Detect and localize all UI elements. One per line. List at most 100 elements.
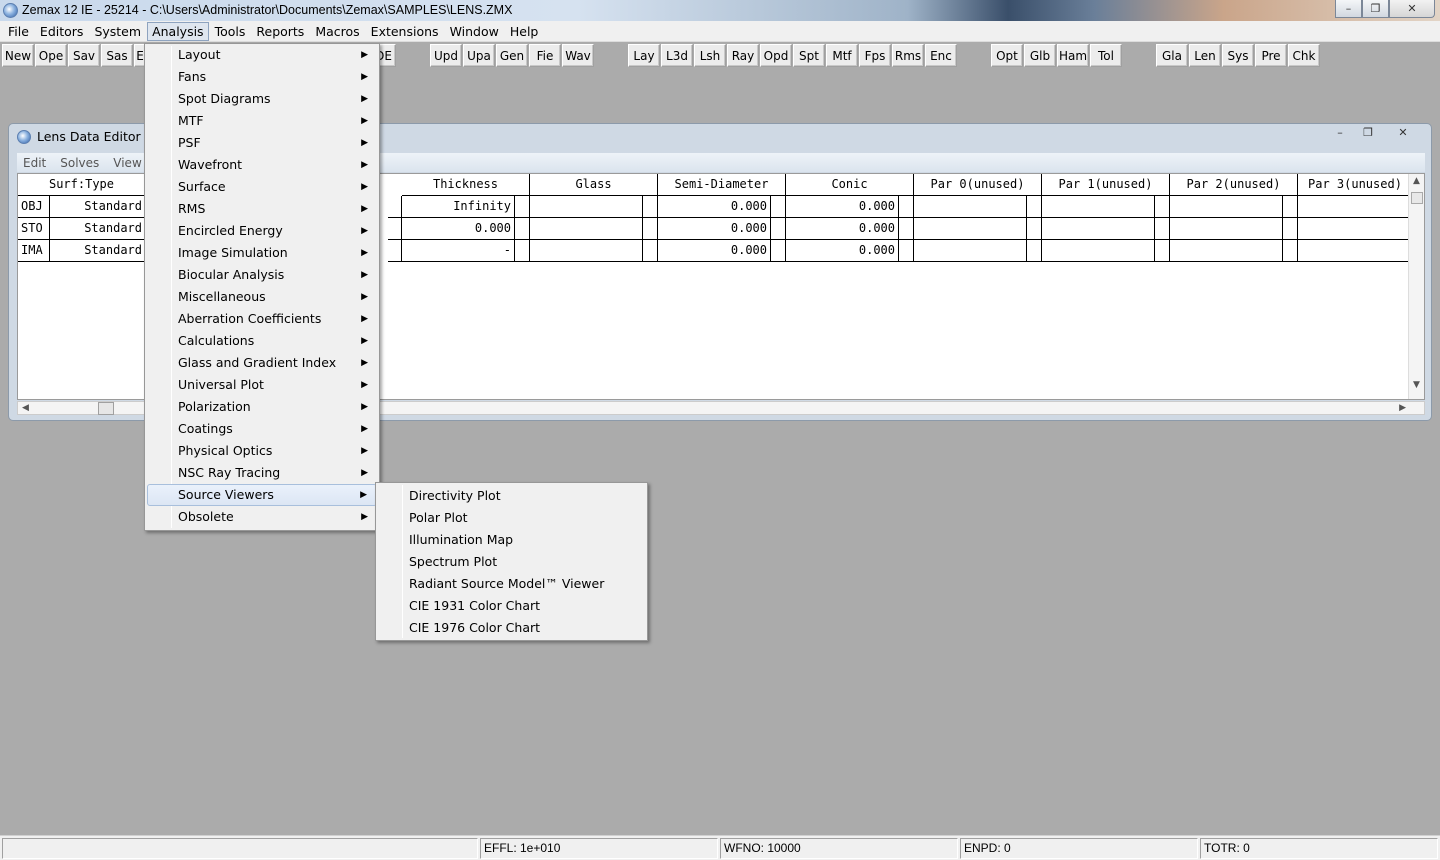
toolbar-chk-button[interactable]: Chk (1288, 44, 1320, 67)
submenu-item-illumination-map[interactable]: Illumination Map (378, 529, 645, 551)
menu-item-obsolete[interactable]: Obsolete ▶ (147, 506, 377, 528)
menu-item-spot-diagrams[interactable]: Spot Diagrams ▶ (147, 88, 377, 110)
editor-menu-edit[interactable]: Edit (23, 156, 46, 170)
toolbar-spt-button[interactable]: Spt (793, 44, 825, 67)
toolbar-lay-button[interactable]: Lay (628, 44, 660, 67)
toolbar-len-button[interactable]: Len (1189, 44, 1221, 67)
submenu-item-cie-1976-color-chart[interactable]: CIE 1976 Color Chart (378, 617, 645, 639)
semi-diameter-cell[interactable]: 0.000 (658, 196, 771, 218)
menu-item-nsc-ray-tracing[interactable]: NSC Ray Tracing ▶ (147, 462, 377, 484)
conic-cell[interactable]: 0.000 (786, 218, 899, 240)
col-header-thickness[interactable]: Thickness (402, 174, 530, 196)
menu-item-coatings[interactable]: Coatings ▶ (147, 418, 377, 440)
thickness-cell[interactable]: 0.000 (402, 218, 515, 240)
par0-cell[interactable] (914, 196, 1027, 218)
solve-cell[interactable] (771, 240, 786, 262)
submenu-item-spectrum-plot[interactable]: Spectrum Plot (378, 551, 645, 573)
glass-cell[interactable] (530, 196, 643, 218)
par3-cell[interactable] (1298, 240, 1410, 262)
menu-analysis[interactable]: Analysis (147, 21, 209, 41)
scroll-down-arrow-icon[interactable]: ▼ (1413, 380, 1420, 390)
par0-cell[interactable] (914, 218, 1027, 240)
toolbar-gla-button[interactable]: Gla (1156, 44, 1188, 67)
conic-cell[interactable]: 0.000 (786, 196, 899, 218)
solve-cell[interactable] (1155, 218, 1170, 240)
toolbar-l3d-button[interactable]: L3d (661, 44, 693, 67)
par2-cell[interactable] (1170, 240, 1283, 262)
solve-cell[interactable] (515, 240, 530, 262)
col-header-par0[interactable]: Par 0(unused) (914, 174, 1042, 196)
vertical-scrollbar[interactable]: ▲ ▼ (1408, 174, 1424, 399)
toolbar-ray-button[interactable]: Ray (727, 44, 759, 67)
par2-cell[interactable] (1170, 196, 1283, 218)
toolbar-glb-button[interactable]: Glb (1024, 44, 1056, 67)
solve-cell[interactable] (899, 196, 914, 218)
toolbar-mtf-button[interactable]: Mtf (826, 44, 858, 67)
solve-cell[interactable] (643, 240, 658, 262)
thickness-cell[interactable]: - (402, 240, 515, 262)
menu-item-source-viewers[interactable]: Source Viewers ▶ (147, 484, 377, 506)
solve-cell[interactable] (899, 240, 914, 262)
row-label[interactable]: OBJ (18, 196, 50, 218)
menu-item-mtf[interactable]: MTF ▶ (147, 110, 377, 132)
solve-cell[interactable] (1283, 196, 1298, 218)
toolbar-opt-button[interactable]: Opt (991, 44, 1023, 67)
editor-menu-view[interactable]: View (113, 156, 141, 170)
toolbar-save-button[interactable]: Sav (68, 44, 100, 67)
scroll-left-arrow-icon[interactable]: ◀ (22, 403, 29, 413)
solve-cell[interactable] (515, 196, 530, 218)
toolbar-fie-button[interactable]: Fie (529, 44, 561, 67)
par2-cell[interactable] (1170, 218, 1283, 240)
menu-reports[interactable]: Reports (251, 22, 309, 41)
col-header-surf-type[interactable]: Surf:Type (18, 174, 146, 196)
menu-item-polarization[interactable]: Polarization ▶ (147, 396, 377, 418)
close-button[interactable]: ✕ (1389, 0, 1435, 18)
toolbar-new-button[interactable]: New (2, 44, 34, 67)
col-header-semi-diameter[interactable]: Semi-Diameter (658, 174, 786, 196)
solve-cell[interactable] (899, 218, 914, 240)
solve-cell[interactable] (1283, 218, 1298, 240)
toolbar-open-button[interactable]: Ope (35, 44, 67, 67)
solve-cell[interactable] (515, 218, 530, 240)
surface-type-cell[interactable]: Standard (50, 218, 146, 240)
menu-system[interactable]: System (89, 22, 146, 41)
col-header-glass[interactable]: Glass (530, 174, 658, 196)
col-header-conic[interactable]: Conic (786, 174, 914, 196)
par3-cell[interactable] (1298, 218, 1410, 240)
solve-cell[interactable] (771, 196, 786, 218)
submenu-item-polar-plot[interactable]: Polar Plot (378, 507, 645, 529)
vertical-scroll-thumb[interactable] (1411, 192, 1423, 204)
menu-editors[interactable]: Editors (35, 22, 89, 41)
menu-item-physical-optics[interactable]: Physical Optics ▶ (147, 440, 377, 462)
menu-item-rms[interactable]: RMS ▶ (147, 198, 377, 220)
par1-cell[interactable] (1042, 218, 1155, 240)
minimize-button[interactable]: – (1335, 0, 1362, 18)
menu-item-layout[interactable]: Layout ▶ (147, 44, 377, 66)
toolbar-tol-button[interactable]: Tol (1090, 44, 1122, 67)
menu-macros[interactable]: Macros (310, 22, 364, 41)
row-label[interactable]: STO (18, 218, 50, 240)
toolbar-opd-button[interactable]: Opd (760, 44, 792, 67)
toolbar-upd-button[interactable]: Upd (430, 44, 462, 67)
surface-type-cell[interactable]: Standard (50, 196, 146, 218)
toolbar-rms-button[interactable]: Rms (892, 44, 924, 67)
editor-minimize-button[interactable]: – (1327, 125, 1353, 141)
solve-cell[interactable] (771, 218, 786, 240)
submenu-item-cie-1931-color-chart[interactable]: CIE 1931 Color Chart (378, 595, 645, 617)
col-header-par1[interactable]: Par 1(unused) (1042, 174, 1170, 196)
toolbar-gen-button[interactable]: Gen (496, 44, 528, 67)
horizontal-scroll-thumb[interactable] (98, 402, 114, 415)
editor-maximize-button[interactable]: ❐ (1355, 125, 1381, 141)
menu-item-psf[interactable]: PSF ▶ (147, 132, 377, 154)
maximize-button[interactable]: ❐ (1362, 0, 1389, 18)
col-header-par2[interactable]: Par 2(unused) (1170, 174, 1298, 196)
solve-cell[interactable] (1283, 240, 1298, 262)
menu-tools[interactable]: Tools (210, 22, 251, 41)
par1-cell[interactable] (1042, 196, 1155, 218)
solve-cell[interactable] (643, 196, 658, 218)
toolbar-pre-button[interactable]: Pre (1255, 44, 1287, 67)
menu-item-universal-plot[interactable]: Universal Plot ▶ (147, 374, 377, 396)
submenu-item-directivity-plot[interactable]: Directivity Plot (378, 485, 645, 507)
solve-cell[interactable] (1027, 218, 1042, 240)
par0-cell[interactable] (914, 240, 1027, 262)
